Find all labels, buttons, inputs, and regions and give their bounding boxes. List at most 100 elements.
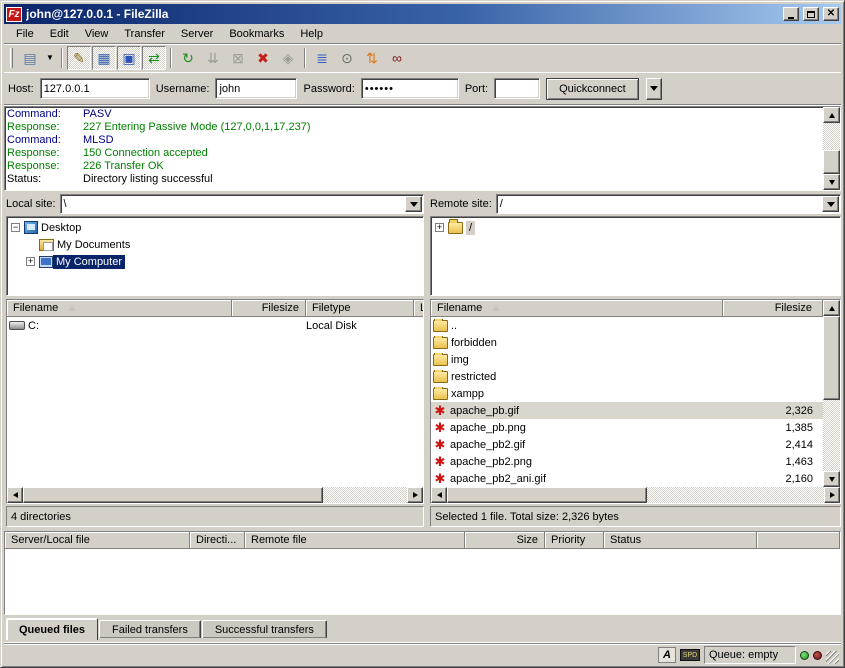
synchronized-browsing-button[interactable]: ⇅: [360, 46, 384, 70]
scroll-right-button[interactable]: [407, 487, 423, 503]
minimize-button[interactable]: [783, 7, 799, 21]
local-horizontal-scrollbar[interactable]: [7, 487, 423, 503]
scrollbar-thumb[interactable]: [447, 487, 647, 503]
scroll-down-button[interactable]: [823, 471, 840, 487]
tree-item-my-documents[interactable]: My Documents: [9, 236, 423, 253]
column-filesize[interactable]: Filesize: [232, 300, 306, 317]
tab-failed-transfers[interactable]: Failed transfers: [99, 620, 201, 638]
activity-led-green: [800, 651, 809, 660]
statusbar: A SPD Queue: empty: [4, 643, 841, 666]
find-files-button[interactable]: ∞: [385, 46, 409, 70]
scroll-up-button[interactable]: [823, 107, 840, 123]
scroll-down-button[interactable]: [823, 174, 840, 190]
menu-file[interactable]: File: [8, 26, 42, 42]
local-site-combo[interactable]: \: [60, 194, 424, 214]
column-remote-file[interactable]: Remote file: [245, 532, 465, 549]
host-input[interactable]: [40, 78, 150, 99]
scrollbar-thumb[interactable]: [823, 316, 840, 400]
username-input[interactable]: [215, 78, 297, 99]
site-manager-button[interactable]: ▤: [18, 46, 42, 70]
remote-site-combo[interactable]: /: [496, 194, 841, 214]
log-vertical-scrollbar[interactable]: [823, 107, 840, 190]
menu-view[interactable]: View: [77, 26, 117, 42]
scrollbar-track[interactable]: [647, 487, 824, 503]
scroll-right-button[interactable]: [824, 487, 840, 503]
resize-grip[interactable]: [826, 651, 839, 664]
remote-vertical-scrollbar[interactable]: [823, 300, 840, 487]
binoculars-icon: ∞: [392, 51, 402, 65]
port-input[interactable]: [494, 78, 540, 99]
menu-edit[interactable]: Edit: [42, 26, 77, 42]
close-button[interactable]: ✕: [823, 7, 839, 21]
list-item-selected[interactable]: ✱apache_pb.gif2,326: [431, 402, 823, 419]
maximize-button[interactable]: [803, 7, 819, 21]
filter-button[interactable]: ≣: [310, 46, 334, 70]
column-size[interactable]: Size: [465, 532, 545, 549]
scrollbar-track[interactable]: [323, 487, 407, 503]
column-status[interactable]: Status: [604, 532, 757, 549]
expand-icon[interactable]: +: [26, 257, 35, 266]
quickconnect-button[interactable]: Quickconnect: [546, 78, 639, 100]
quickconnect-dropdown-button[interactable]: [646, 78, 662, 100]
expand-icon[interactable]: +: [435, 223, 444, 232]
folder-icon: [433, 320, 448, 332]
toggle-queue-button[interactable]: ⇄: [142, 46, 166, 70]
column-filename[interactable]: Filename: [431, 300, 723, 317]
tab-successful-transfers[interactable]: Successful transfers: [202, 620, 327, 638]
scroll-left-button[interactable]: [7, 487, 23, 503]
menu-server[interactable]: Server: [173, 26, 221, 42]
folder-icon: [433, 354, 448, 366]
local-site-dropdown-button[interactable]: [405, 196, 422, 212]
process-queue-button[interactable]: ⇊: [201, 46, 225, 70]
menu-bookmarks[interactable]: Bookmarks: [221, 26, 292, 42]
tree-item-desktop[interactable]: − Desktop: [9, 219, 423, 236]
scrollbar-track[interactable]: [823, 400, 840, 471]
column-server-local-file[interactable]: Server/Local file: [5, 532, 190, 549]
queue-size-indicator: Queue: empty: [704, 646, 796, 664]
list-item[interactable]: xampp: [431, 385, 823, 402]
list-item[interactable]: img: [431, 351, 823, 368]
list-item[interactable]: ✱apache_pb2_ani.gif2,160: [431, 470, 823, 487]
host-label: Host:: [8, 83, 34, 95]
tree-item-my-computer[interactable]: + My Computer: [9, 253, 423, 270]
list-item[interactable]: restricted: [431, 368, 823, 385]
local-row-c-drive[interactable]: C: Local Disk: [7, 317, 423, 334]
column-filename[interactable]: Filename: [7, 300, 232, 317]
cancel-operation-button[interactable]: ⊠: [226, 46, 250, 70]
disconnect-button[interactable]: ✖: [251, 46, 275, 70]
scrollbar-thumb[interactable]: [823, 150, 840, 174]
toggle-remote-tree-button[interactable]: ▣: [117, 46, 141, 70]
scroll-up-button[interactable]: [823, 300, 840, 316]
list-item[interactable]: ✱apache_pb.png1,385: [431, 419, 823, 436]
speed-limit-icon[interactable]: SPD: [680, 649, 700, 661]
menu-transfer[interactable]: Transfer: [116, 26, 173, 42]
collapse-icon[interactable]: −: [11, 223, 20, 232]
directory-comparison-button[interactable]: ⊙: [335, 46, 359, 70]
remote-site-dropdown-button[interactable]: [822, 196, 839, 212]
toggle-local-tree-button[interactable]: ▦: [92, 46, 116, 70]
scroll-left-button[interactable]: [431, 487, 447, 503]
reconnect-button[interactable]: ◈: [276, 46, 300, 70]
list-item[interactable]: ✱apache_pb2.png1,463: [431, 453, 823, 470]
list-item[interactable]: ✱apache_pb2.gif2,414: [431, 436, 823, 453]
message-log-icon: ✎: [73, 51, 85, 65]
tree-item-root[interactable]: + /: [433, 219, 840, 236]
site-manager-dropdown-button[interactable]: ▼: [43, 46, 57, 70]
transfer-queue-icon: ⇄: [148, 51, 160, 65]
tab-queued-files[interactable]: Queued files: [6, 618, 98, 640]
refresh-button[interactable]: ↻: [176, 46, 200, 70]
remote-horizontal-scrollbar[interactable]: [431, 487, 840, 503]
toggle-message-log-button[interactable]: ✎: [67, 46, 91, 70]
list-item[interactable]: ..: [431, 317, 823, 334]
scrollbar-thumb[interactable]: [23, 487, 323, 503]
menu-help[interactable]: Help: [292, 26, 331, 42]
column-last-modified[interactable]: L: [414, 300, 423, 317]
list-item[interactable]: forbidden: [431, 334, 823, 351]
password-input[interactable]: [361, 78, 459, 99]
column-direction[interactable]: Directi...: [190, 532, 245, 549]
scrollbar-track[interactable]: [823, 123, 840, 150]
data-type-indicator[interactable]: A: [658, 647, 676, 663]
column-filesize[interactable]: Filesize: [723, 300, 823, 317]
column-filetype[interactable]: Filetype: [306, 300, 414, 317]
column-priority[interactable]: Priority: [545, 532, 604, 549]
